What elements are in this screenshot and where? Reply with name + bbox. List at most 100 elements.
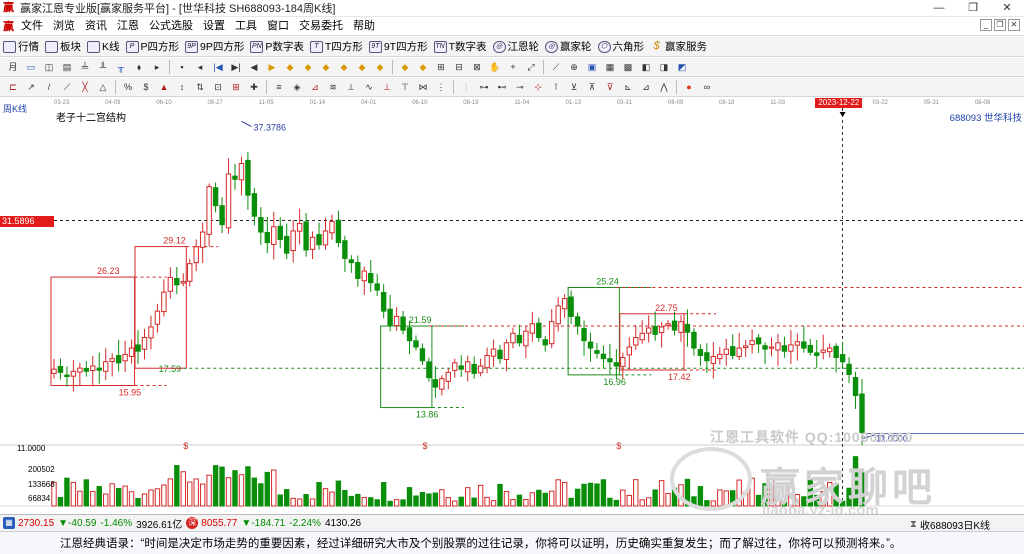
mdi-close-button[interactable]: ✕ [1008, 19, 1020, 31]
maximize-button[interactable]: ❐ [956, 0, 990, 17]
drawing-tool-icon[interactable]: ◆ [356, 61, 369, 74]
sh-index-icon[interactable]: ▦ [3, 517, 15, 529]
drawing-tool-icon[interactable]: ◆ [399, 61, 412, 74]
analysis-tool-icon[interactable]: ⊡ [212, 81, 225, 94]
drawing-tool-icon[interactable]: ◆ [338, 61, 351, 74]
toolbar-gann-wheel-button[interactable]: ◎ 江恩轮 [490, 39, 543, 54]
analysis-tool-icon[interactable]: ⊾ [622, 81, 635, 94]
toolbar-quotes-button[interactable]: 行情 [0, 39, 42, 54]
chart-area[interactable]: 26.23 15.95 17.59 29.12 21.59 13.86 25.24 16.96… [0, 108, 1024, 514]
drawing-tool-icon[interactable]: ▶ [266, 61, 279, 74]
drawing-tool-icon[interactable]: ◂ [194, 61, 207, 74]
analysis-tool-icon[interactable]: ⋀ [658, 81, 671, 94]
analysis-tool-icon[interactable]: ⇅ [194, 81, 207, 94]
analysis-tool-icon[interactable]: ⫶ [460, 81, 473, 94]
drawing-tool-icon[interactable]: ▣ [586, 61, 599, 74]
analysis-tool-icon[interactable]: ⊼ [586, 81, 599, 94]
drawing-tool-icon[interactable]: ◆ [302, 61, 315, 74]
drawing-tool-icon[interactable]: ⟋ [550, 61, 563, 74]
analysis-tool-icon[interactable]: ╳ [79, 81, 92, 94]
analysis-tool-icon[interactable]: ⊹ [532, 81, 545, 94]
menu-formula[interactable]: 公式选股 [144, 17, 198, 36]
drawing-tool-icon[interactable]: ╨ [97, 61, 110, 74]
toolbar-p-square-button[interactable]: P P四方形 [123, 39, 183, 54]
mdi-minimize-button[interactable]: _ [980, 19, 992, 31]
drawing-tool-icon[interactable]: ⤢ [525, 61, 538, 74]
drawing-tool-icon[interactable]: ◆ [320, 61, 333, 74]
toolbar-9p-square-button[interactable]: 9P 9P四方形 [182, 39, 247, 54]
analysis-tool-icon[interactable]: ⊞ [230, 81, 243, 94]
analysis-tool-icon[interactable]: ⊶ [478, 81, 491, 94]
analysis-tool-icon[interactable]: ↗ [25, 81, 38, 94]
analysis-tool-icon[interactable]: ⊥ [381, 81, 394, 94]
drawing-tool-icon[interactable]: ▸ [151, 61, 164, 74]
analysis-tool-icon[interactable]: ▲ [158, 81, 171, 94]
menu-window[interactable]: 窗口 [262, 17, 294, 36]
drawing-tool-icon[interactable]: ▭ [25, 61, 38, 74]
drawing-tool-icon[interactable]: + [507, 61, 520, 74]
toolbar-t-square-button[interactable]: T T四方形 [307, 39, 366, 54]
analysis-tool-icon[interactable]: ⋮ [435, 81, 448, 94]
menu-tools[interactable]: 工具 [230, 17, 262, 36]
drawing-tool-icon[interactable]: |◀ [212, 61, 225, 74]
drawing-tool-icon[interactable]: ╥ [115, 61, 128, 74]
drawing-tool-icon[interactable]: ▤ [61, 61, 74, 74]
drawing-tool-icon[interactable]: ⊟ [453, 61, 466, 74]
analysis-tool-icon[interactable]: ⟋ [61, 81, 74, 94]
drawing-tool-icon[interactable]: ⬧ [133, 61, 146, 74]
drawing-tool-icon[interactable]: ▦ [604, 61, 617, 74]
drawing-tool-icon[interactable]: ◩ [676, 61, 689, 74]
analysis-tool-icon[interactable]: ∿ [363, 81, 376, 94]
analysis-tool-icon[interactable]: ⋈ [417, 81, 430, 94]
analysis-tool-icon[interactable]: ⊤ [399, 81, 412, 94]
menu-browse[interactable]: 浏览 [48, 17, 80, 36]
drawing-tool-icon[interactable]: ⊠ [471, 61, 484, 74]
analysis-tool-icon[interactable]: ⊿ [309, 81, 322, 94]
close-button[interactable]: ✕ [990, 0, 1024, 17]
drawing-tool-icon[interactable]: ◆ [374, 61, 387, 74]
analysis-tool-icon[interactable]: ◈ [291, 81, 304, 94]
toolbar-sectors-button[interactable]: 板块 [42, 39, 84, 54]
drawing-tool-icon[interactable]: ◆ [417, 61, 430, 74]
analysis-tool-icon[interactable]: ⊻ [568, 81, 581, 94]
minimize-button[interactable]: — [922, 0, 956, 17]
analysis-tool-icon[interactable]: ↕ [176, 81, 189, 94]
kline-chart[interactable]: 26.2315.9517.5929.1221.5913.8625.2416.96… [0, 108, 1024, 514]
menu-news[interactable]: 资讯 [80, 17, 112, 36]
mdi-restore-button[interactable]: ❐ [994, 19, 1006, 31]
drawing-tool-icon[interactable]: ⊕ [568, 61, 581, 74]
analysis-tool-icon[interactable]: ⟂ [345, 81, 358, 94]
toolbar-kline-button[interactable]: K线 [84, 39, 123, 54]
analysis-tool-icon[interactable]: / [43, 81, 56, 94]
analysis-tool-icon[interactable]: ⊽ [604, 81, 617, 94]
period-select-button[interactable]: 月 [7, 61, 20, 74]
analysis-tool-icon[interactable]: ⊿ [640, 81, 653, 94]
drawing-tool-icon[interactable]: ╧ [79, 61, 92, 74]
analysis-tool-icon[interactable]: ✚ [248, 81, 261, 94]
drawing-tool-icon[interactable]: ▪ [176, 61, 189, 74]
toolbar-t-table-button[interactable]: TN T数字表 [431, 39, 490, 54]
drawing-tool-icon[interactable]: ◨ [658, 61, 671, 74]
analysis-tool-icon[interactable]: $ [140, 81, 153, 94]
drawing-tool-icon[interactable]: ◆ [284, 61, 297, 74]
drawing-tool-icon[interactable]: ⊞ [435, 61, 448, 74]
analysis-tool-icon[interactable]: ⊷ [496, 81, 509, 94]
analysis-tool-icon[interactable]: ∞ [701, 81, 714, 94]
menu-settings[interactable]: 设置 [198, 17, 230, 36]
drawing-tool-icon[interactable]: ◧ [640, 61, 653, 74]
analysis-tool-icon[interactable]: ⊸ [514, 81, 527, 94]
analysis-tool-icon[interactable]: ⊏ [7, 81, 20, 94]
menu-gann[interactable]: 江恩 [112, 17, 144, 36]
sz-index-icon[interactable]: 深 [186, 517, 199, 529]
drawing-tool-icon[interactable]: ▶| [230, 61, 243, 74]
analysis-tool-icon[interactable]: ≡ [273, 81, 286, 94]
drawing-tool-icon[interactable]: ◫ [43, 61, 56, 74]
analysis-tool-icon[interactable]: ≋ [327, 81, 340, 94]
analysis-tool-icon[interactable]: ⊺ [550, 81, 563, 94]
analysis-tool-icon[interactable]: △ [97, 81, 110, 94]
drawing-tool-icon[interactable]: ✋ [489, 61, 502, 74]
toolbar-9t-square-button[interactable]: 9T 9T四方形 [366, 39, 431, 54]
menu-file[interactable]: 文件 [16, 17, 48, 36]
analysis-tool-icon[interactable]: ● [683, 81, 696, 94]
toolbar-service-button[interactable]: $ 赢家服务 [647, 39, 710, 54]
